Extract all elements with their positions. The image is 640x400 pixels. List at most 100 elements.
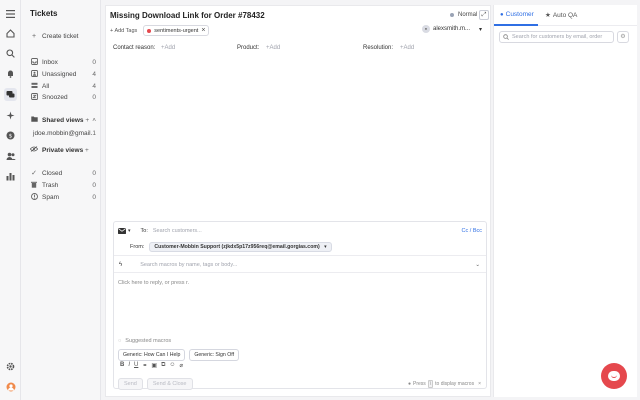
inbox-icon: [30, 57, 38, 67]
active-tab-indicator: [494, 24, 538, 26]
tab-customer[interactable]: ● Customer: [500, 11, 534, 18]
check-icon: ✓: [31, 170, 37, 177]
eye-off-icon: [29, 146, 39, 154]
underline-icon[interactable]: U: [134, 362, 138, 369]
format-toolbar: B I U ⚭ ▣ ⧉ ☺ ⌀: [114, 362, 486, 369]
expand-icon[interactable]: ⤢: [479, 10, 489, 20]
from-row: From: Customer-Mobbin Support (zjkdx5p17…: [114, 242, 486, 252]
menu-icon[interactable]: [5, 8, 16, 19]
reply-body[interactable]: Click here to reply, or press r.: [114, 280, 486, 286]
create-ticket-button[interactable]: + Create ticket: [30, 31, 96, 41]
macro-button-how-can-i-help[interactable]: Generic: How Can I Help: [118, 349, 186, 361]
to-label: To:: [140, 228, 148, 234]
icon-rail: $: [0, 0, 21, 400]
folder-icon: [30, 116, 38, 124]
channel-selector[interactable]: ▾: [118, 228, 131, 234]
macro-hint: ● Press \ to display macros ×: [407, 380, 481, 388]
star-icon: ★: [545, 12, 551, 19]
stats-icon[interactable]: [5, 171, 16, 182]
panel-tabs: ● Customer ★ Auto QA: [494, 5, 637, 26]
priority-selector[interactable]: Normal: [450, 12, 477, 18]
mail-icon: [118, 228, 126, 234]
sidebar-item-spam[interactable]: Spam 0: [30, 192, 96, 202]
to-input[interactable]: Search customers...: [153, 228, 202, 234]
bell-icon[interactable]: [5, 68, 16, 79]
chat-bubble-icon: [608, 371, 620, 381]
divider: [114, 272, 486, 273]
shared-views-header[interactable]: Shared views + ˄: [30, 115, 96, 125]
lightning-icon: ϟ: [119, 262, 123, 268]
suggested-macros-row: ◌ Suggested macros: [118, 338, 172, 344]
italic-icon[interactable]: I: [128, 362, 130, 369]
to-row: ▾ To: Search customers... Cc / Bcc: [114, 228, 486, 234]
chat-widget-button[interactable]: [601, 363, 627, 389]
tag-color-dot: [147, 28, 152, 33]
product-label: Product:: [237, 45, 260, 51]
gear-icon[interactable]: ⚙: [617, 31, 629, 43]
bold-icon[interactable]: B: [120, 362, 124, 369]
customer-panel: ● Customer ★ Auto QA Search for customer…: [493, 5, 637, 397]
snooze-icon: [30, 92, 38, 102]
sidebar-title: Tickets: [30, 9, 58, 18]
reply-composer: ▾ To: Search customers... Cc / Bcc From:…: [113, 221, 487, 390]
search-icon[interactable]: [5, 48, 16, 59]
sidebar-item-all[interactable]: All 4: [30, 81, 96, 91]
user-icon: ●: [500, 11, 504, 18]
contact-reason-label: Contact reason:: [113, 45, 156, 51]
assignee-selector[interactable]: ● alexsmith.m... ▾: [422, 25, 482, 33]
dollar-icon[interactable]: $: [5, 130, 16, 141]
search-icon: [503, 34, 509, 40]
chat-icon[interactable]: [4, 88, 17, 101]
resolution-label: Resolution:: [363, 45, 394, 51]
chevron-up-icon[interactable]: ˄: [92, 117, 96, 124]
close-icon[interactable]: ×: [478, 381, 481, 387]
send-button[interactable]: Send: [118, 378, 143, 390]
chevron-down-icon: ▾: [324, 244, 327, 250]
spam-icon: [30, 192, 38, 202]
image-icon[interactable]: ▣: [151, 362, 157, 369]
cc-bcc-button[interactable]: Cc / Bcc: [462, 228, 482, 234]
tag-chip[interactable]: sentiments-urgent ×: [143, 25, 210, 36]
from-label: From:: [130, 244, 145, 250]
sidebar-item-closed[interactable]: ✓ Closed 0: [30, 168, 96, 178]
user-icon: [30, 69, 38, 79]
add-tags-button[interactable]: + Add Tags: [110, 28, 137, 34]
avatar[interactable]: [5, 381, 16, 392]
gallery-icon[interactable]: ⧉: [161, 362, 165, 369]
sidebar-item-unassigned[interactable]: Unassigned 4: [30, 69, 96, 79]
link-icon[interactable]: ⚭: [142, 362, 147, 369]
sidebar-item-trash[interactable]: Trash 0: [30, 180, 96, 190]
product-add[interactable]: +Add: [266, 45, 280, 51]
home-icon[interactable]: [5, 28, 16, 39]
priority-dot-icon: [450, 13, 454, 17]
send-row: Send Send & Close ● Press \ to display m…: [114, 378, 486, 390]
tickets-sidebar: Tickets + Create ticket Inbox 0 Unassign…: [21, 0, 101, 400]
info-icon: ◌: [118, 338, 122, 344]
ticket-title[interactable]: Missing Download Link for Order #78432: [110, 11, 265, 20]
customer-search-input[interactable]: Search for customers by email, order: [499, 31, 614, 43]
plus-icon: +: [31, 32, 37, 40]
sidebar-item-shared-view[interactable]: jdoe.mobbin@gmail. 1: [30, 128, 96, 138]
info-icon: ●: [407, 381, 411, 387]
trash-icon: [30, 181, 38, 190]
macro-search-input[interactable]: Search macros by name, tags or body...: [140, 262, 237, 268]
automation-icon[interactable]: [5, 110, 16, 121]
macro-button-sign-off[interactable]: Generic: Sign Off: [189, 349, 240, 361]
private-views-header[interactable]: Private views +: [29, 145, 96, 155]
attachment-icon[interactable]: ⌀: [180, 362, 184, 369]
sidebar-item-inbox[interactable]: Inbox 0: [30, 57, 96, 67]
contact-reason-add[interactable]: +Add: [161, 45, 175, 51]
resolution-add[interactable]: +Add: [400, 45, 414, 51]
assignee-avatar: ●: [422, 25, 430, 33]
ticket-panel: Missing Download Link for Order #78432 N…: [105, 5, 491, 397]
settings-icon[interactable]: [5, 361, 16, 372]
users-icon[interactable]: [5, 151, 16, 162]
from-selector[interactable]: Customer-Mobbin Support (zjkdx5p17z956re…: [149, 242, 332, 252]
emoji-icon[interactable]: ☺: [169, 362, 175, 369]
stack-icon: [30, 82, 38, 91]
tab-auto-qa[interactable]: ★ Auto QA: [545, 11, 577, 20]
send-and-close-button[interactable]: Send & Close: [146, 378, 193, 390]
sidebar-item-snoozed[interactable]: Snoozed 0: [30, 92, 96, 102]
close-icon[interactable]: ×: [201, 27, 205, 34]
chevron-down-icon[interactable]: ⌄: [475, 262, 480, 268]
